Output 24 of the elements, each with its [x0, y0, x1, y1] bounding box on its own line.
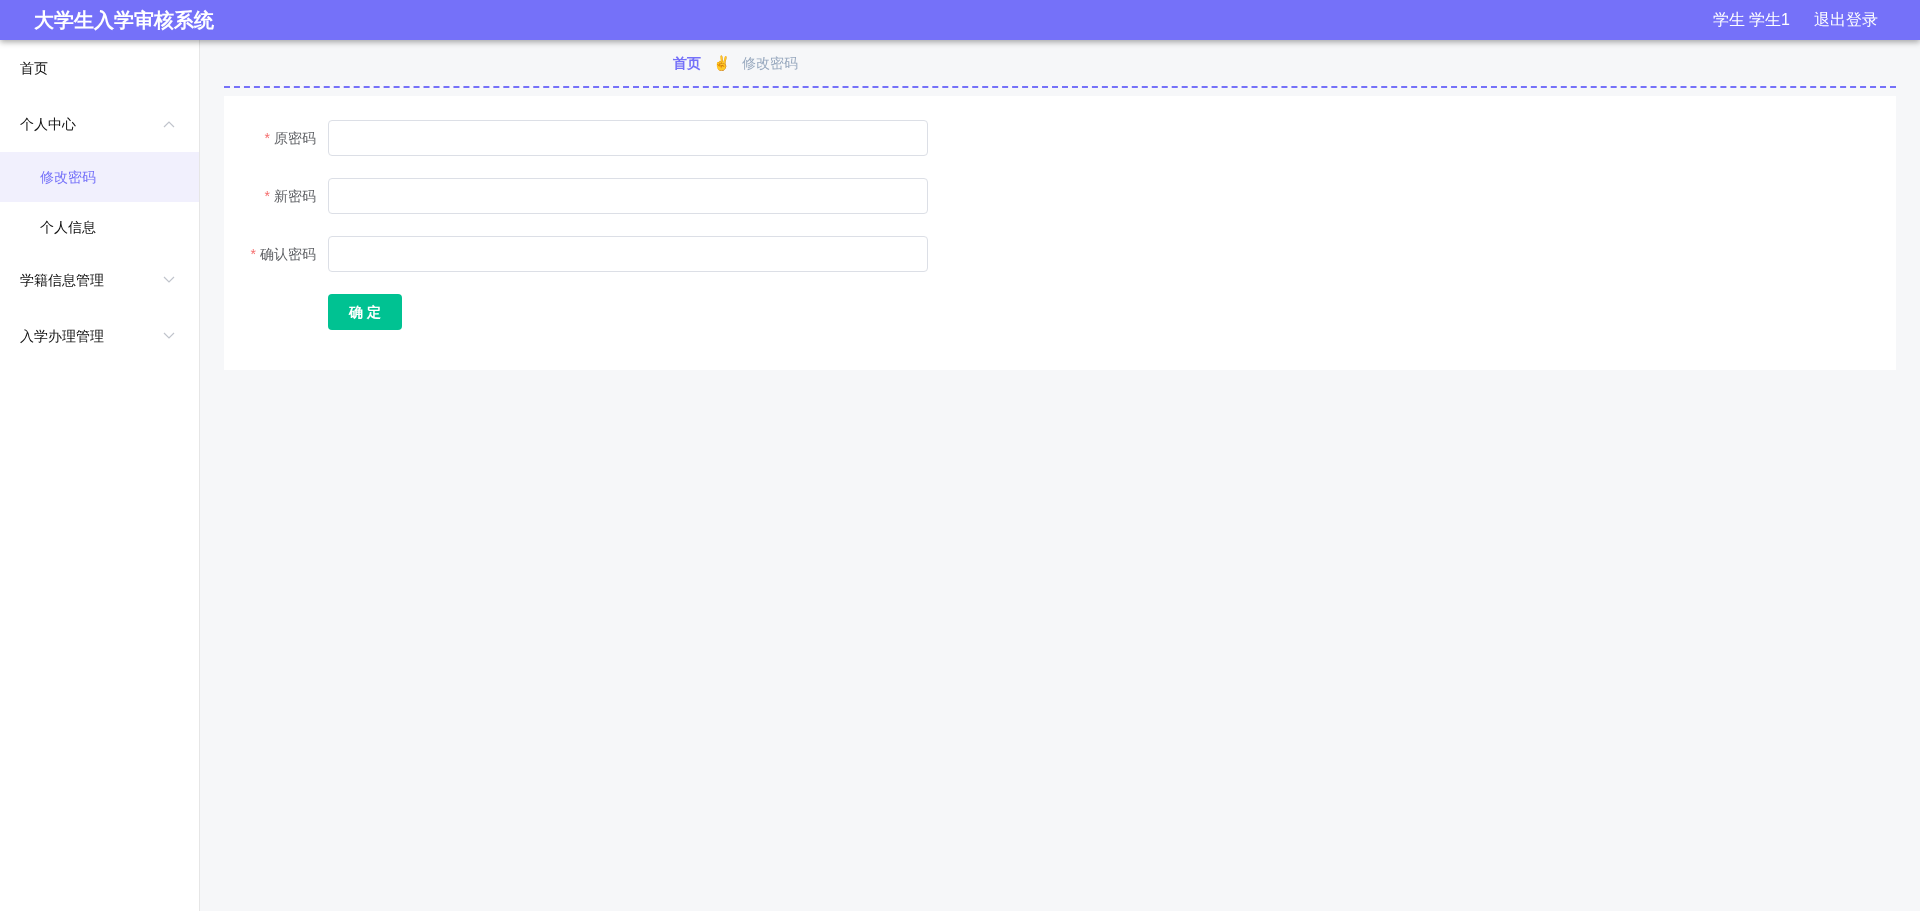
chevron-down-icon — [163, 276, 175, 284]
menu-item[interactable]: 学籍信息管理 — [0, 252, 199, 308]
password-field[interactable] — [328, 178, 928, 214]
breadcrumb-current: 修改密码 — [741, 53, 798, 73]
submenu-item[interactable]: 修改密码 — [0, 152, 199, 202]
chevron-down-icon — [163, 332, 175, 340]
submenu-item[interactable]: 个人信息 — [0, 202, 199, 252]
field-label: 确认密码 — [260, 244, 316, 264]
breadcrumb-home-link[interactable]: 首页 — [672, 52, 701, 74]
user-name: 学生 学生1 — [1712, 10, 1790, 30]
field-label: 原密码 — [274, 128, 316, 148]
required-asterisk: * — [264, 186, 270, 206]
chevron-up-icon — [163, 120, 175, 128]
field-label: 新密码 — [274, 186, 316, 206]
required-asterisk: * — [264, 128, 270, 148]
menu-item[interactable]: 个人中心 — [0, 96, 199, 152]
menu-item[interactable]: 首页 — [0, 40, 199, 96]
password-field[interactable] — [328, 120, 928, 156]
password-field[interactable] — [328, 236, 928, 272]
breadcrumb-separator: ✌ — [712, 53, 730, 73]
app-title: 大学生入学审核系统 — [34, 8, 214, 33]
logout-link[interactable]: 退出登录 — [1814, 8, 1878, 32]
required-asterisk: * — [250, 244, 256, 264]
menu-item[interactable]: 入学办理管理 — [0, 308, 199, 364]
